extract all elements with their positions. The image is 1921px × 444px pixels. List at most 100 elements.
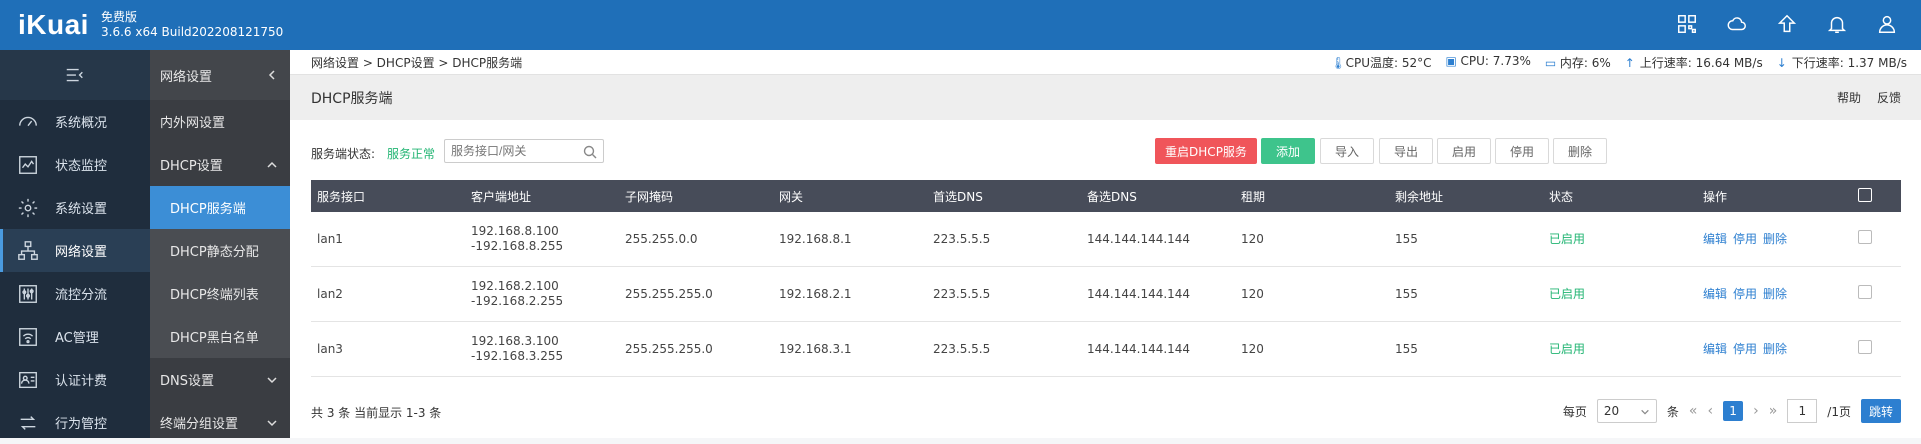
cell-select <box>1852 212 1901 267</box>
addr-start: 192.168.8.100 <box>471 224 559 238</box>
edit-link[interactable]: 编辑 <box>1703 232 1727 246</box>
next-page-icon[interactable]: › <box>1753 403 1759 419</box>
jump-page-input[interactable]: 1 <box>1787 399 1818 423</box>
cell-remain: 155 <box>1389 266 1543 322</box>
row-checkbox[interactable] <box>1858 230 1872 244</box>
cell-addr: 192.168.8.100 -192.168.8.255 <box>465 212 619 267</box>
subnav-header[interactable]: 网络设置 <box>150 50 290 100</box>
disable-link[interactable]: 停用 <box>1733 232 1757 246</box>
restart-dhcp-button[interactable]: 重启DHCP服务 <box>1155 138 1257 164</box>
sidebar-item-system[interactable]: 系统设置 <box>0 186 150 229</box>
table-footer: 共 3 条 当前显示 1-3 条 每页 20 条 « ‹ 1 › » 1 /1页… <box>311 397 1901 427</box>
page-title: DHCP服务端 <box>311 90 393 107</box>
cpu-text: CPU: 7.73% <box>1460 54 1531 68</box>
sidebar-item-label: 认证计费 <box>55 374 108 389</box>
search-input[interactable] <box>444 139 604 163</box>
title-links: 帮助 反馈 <box>1837 89 1901 106</box>
edit-link[interactable]: 编辑 <box>1703 342 1727 356</box>
edit-link[interactable]: 编辑 <box>1703 287 1727 301</box>
col-header: 客户端地址 <box>465 180 619 212</box>
cell-status: 已启用 <box>1543 321 1697 377</box>
cell-dns1: 223.5.5.5 <box>927 321 1081 377</box>
export-button[interactable]: 导出 <box>1379 138 1433 164</box>
addr-start: 192.168.3.100 <box>471 334 559 348</box>
menu-toggle[interactable] <box>0 50 150 100</box>
cell-mask: 255.255.255.0 <box>619 321 773 377</box>
select-all-checkbox[interactable] <box>1858 187 1872 202</box>
subnav-item-dhcp-server[interactable]: DHCP服务端 <box>150 186 290 229</box>
subnav-item-lan-wan[interactable]: 内外网设置 <box>150 100 290 143</box>
jump-button[interactable]: 跳转 <box>1860 399 1901 423</box>
apps-grid-icon[interactable] <box>1675 12 1699 36</box>
row-checkbox[interactable] <box>1858 285 1872 299</box>
per-page-value: 20 <box>1603 404 1620 418</box>
page-title-bar: DHCP服务端 帮助 反馈 <box>290 75 1921 120</box>
subnav-item-dhcp-static[interactable]: DHCP静态分配 <box>150 229 290 272</box>
gauge-icon <box>19 116 37 126</box>
sidebar-item-overview[interactable]: 系统概况 <box>0 100 150 143</box>
cloud-icon[interactable] <box>1725 12 1749 36</box>
per-page-label: 每页 <box>1562 404 1587 419</box>
sidebar-item-monitor[interactable]: 状态监控 <box>0 143 150 186</box>
sidebar-item-label: AC管理 <box>55 331 99 346</box>
col-header: 租期 <box>1235 180 1389 212</box>
gear-icon <box>18 198 38 217</box>
import-button[interactable]: 导入 <box>1320 138 1374 164</box>
wifi-icon <box>19 327 37 346</box>
cell-ops: 编辑 停用 删除 <box>1697 266 1852 322</box>
first-page-icon[interactable]: « <box>1689 403 1698 419</box>
row-checkbox[interactable] <box>1858 340 1872 354</box>
cell-dns2: 144.144.144.144 <box>1081 321 1235 377</box>
help-link[interactable]: 帮助 <box>1837 89 1861 106</box>
subnav-item-dhcp[interactable]: DHCP设置 <box>150 143 290 186</box>
prev-page-icon[interactable]: ‹ <box>1708 403 1714 419</box>
search-icon[interactable] <box>583 145 597 159</box>
per-page-select[interactable]: 20 <box>1596 399 1657 423</box>
bell-icon[interactable] <box>1825 12 1849 36</box>
sidebar-item-flow[interactable]: 流控分流 <box>0 272 150 315</box>
pagination: 每页 20 条 « ‹ 1 › » 1 /1页 跳转 <box>1563 399 1901 423</box>
enable-button[interactable]: 启用 <box>1437 138 1491 164</box>
toolbar: 服务端状态: 服务正常 重启DHCP服务 添加 导入 导出 启用 停用 删除 <box>311 138 1901 168</box>
disable-link[interactable]: 停用 <box>1733 287 1757 301</box>
current-page[interactable]: 1 <box>1723 401 1744 421</box>
sidebar-item-auth[interactable]: 认证计费 <box>0 358 150 401</box>
page-total: /1页 <box>1827 404 1851 419</box>
addr-start: 192.168.2.100 <box>471 279 559 293</box>
last-page-icon[interactable]: » <box>1769 403 1778 419</box>
subnav-item-label: DHCP黑白名单 <box>170 331 259 346</box>
subnav-item-label: 内外网设置 <box>160 116 226 131</box>
sub-nav: 网络设置 内外网设置 DHCP设置 DHCP服务端 DHCP静态分配 DHCP终… <box>150 50 290 438</box>
cell-lease: 120 <box>1235 212 1389 267</box>
arrow-down-icon: ↓ <box>1776 56 1787 70</box>
breadcrumb: 网络设置 > DHCP设置 > DHCP服务端 <box>311 55 523 70</box>
delete-link[interactable]: 删除 <box>1763 342 1787 356</box>
version-info: 免费版 3.6.6 x64 Build202208121750 <box>101 10 283 40</box>
subnav-item-label: DNS设置 <box>160 374 214 389</box>
delete-button[interactable]: 删除 <box>1553 138 1607 164</box>
feedback-link[interactable]: 反馈 <box>1877 89 1901 106</box>
delete-link[interactable]: 删除 <box>1763 232 1787 246</box>
add-button[interactable]: 添加 <box>1261 138 1315 164</box>
sidebar-item-ac[interactable]: AC管理 <box>0 315 150 358</box>
sidebar-item-label: 系统概况 <box>55 116 108 131</box>
delete-link[interactable]: 删除 <box>1763 287 1787 301</box>
disable-button[interactable]: 停用 <box>1495 138 1549 164</box>
thermometer-icon: 🌡 <box>1330 56 1346 70</box>
logo: iKuai <box>18 9 89 40</box>
disable-link[interactable]: 停用 <box>1733 342 1757 356</box>
subnav-item-label: DHCP静态分配 <box>170 245 259 260</box>
subnav-item-dns[interactable]: DNS设置 <box>150 358 290 401</box>
subnav-item-dhcp-acl[interactable]: DHCP黑白名单 <box>150 315 290 358</box>
sidebar-item-label: 状态监控 <box>55 159 108 174</box>
sidebar-item-network[interactable]: 网络设置 <box>0 229 150 272</box>
cell-dns2: 144.144.144.144 <box>1081 212 1235 267</box>
cell-dns1: 223.5.5.5 <box>927 212 1081 267</box>
main-content: 网络设置 > DHCP设置 > DHCP服务端 🌡CPU温度: 52°C ▣ CP… <box>290 50 1921 438</box>
edition-label: 免费版 <box>101 10 138 24</box>
cell-status: 已启用 <box>1543 266 1697 322</box>
subnav-item-dhcp-clients[interactable]: DHCP终端列表 <box>150 272 290 315</box>
upgrade-arrow-icon[interactable] <box>1775 12 1799 36</box>
user-icon[interactable] <box>1875 12 1899 36</box>
chevron-down-icon <box>266 417 278 429</box>
